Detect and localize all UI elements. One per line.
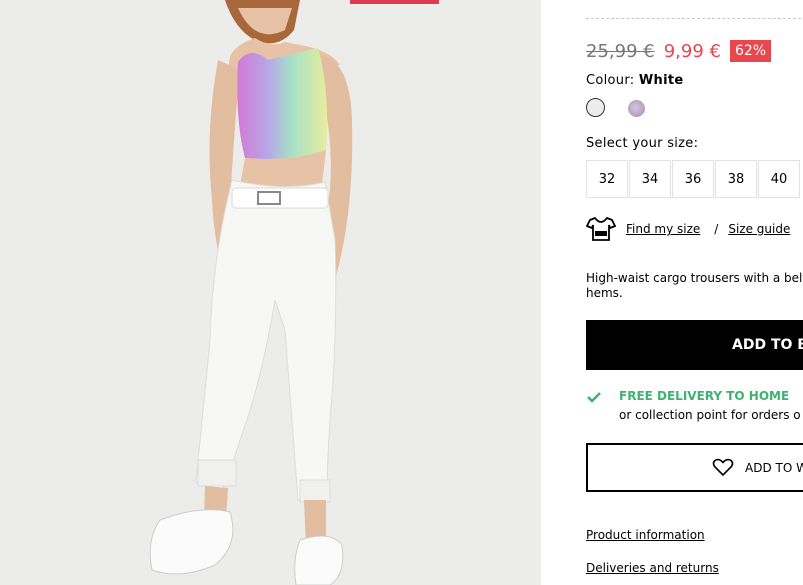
white-swatch[interactable] bbox=[586, 98, 605, 117]
size-help-row: Find my size / Size guide bbox=[586, 216, 790, 242]
check-icon bbox=[587, 392, 601, 403]
size-option[interactable]: 34 bbox=[629, 160, 671, 198]
product-detail-panel: 25,99 € 9,99 € 62% Colour: White Select … bbox=[541, 0, 803, 585]
tshirt-icon bbox=[586, 216, 616, 241]
delivery-title: FREE DELIVERY TO HOME bbox=[619, 389, 790, 403]
heart-icon bbox=[712, 458, 734, 477]
colour-value: White bbox=[638, 73, 684, 88]
sale-price: 9,99 € bbox=[663, 40, 721, 62]
product-image-panel bbox=[0, 0, 541, 585]
delivery-subtitle: or collection point for orders o bbox=[619, 408, 801, 422]
wishlist-label: ADD TO W bbox=[745, 460, 803, 475]
size-selector: 32 34 36 38 40 bbox=[586, 160, 801, 198]
size-option[interactable]: 32 bbox=[586, 160, 628, 198]
deliveries-returns-link[interactable]: Deliveries and returns bbox=[586, 561, 719, 575]
discount-badge: 62% bbox=[729, 40, 772, 62]
add-to-bag-button[interactable]: ADD TO BA bbox=[586, 320, 803, 370]
size-option[interactable]: 38 bbox=[715, 160, 757, 198]
divider bbox=[586, 18, 803, 19]
separator: / bbox=[714, 222, 719, 236]
find-my-size-link[interactable]: Find my size bbox=[626, 222, 700, 236]
price-row: 25,99 € 9,99 € 62% bbox=[586, 40, 772, 62]
size-guide-link[interactable]: Size guide bbox=[728, 222, 790, 236]
colour-row: Colour: White bbox=[586, 73, 683, 88]
colour-label: Colour: bbox=[586, 73, 635, 88]
product-photo[interactable] bbox=[0, 0, 541, 585]
add-to-wishlist-button[interactable]: ADD TO W bbox=[586, 443, 803, 492]
size-label: Select your size: bbox=[586, 136, 699, 151]
product-description: High-waist cargo trousers with a belt. t… bbox=[586, 271, 803, 300]
old-price: 25,99 € bbox=[586, 40, 655, 62]
lilac-swatch[interactable] bbox=[628, 100, 645, 117]
size-option[interactable]: 36 bbox=[672, 160, 714, 198]
product-information-link[interactable]: Product information bbox=[586, 528, 705, 542]
size-option[interactable]: 40 bbox=[758, 160, 800, 198]
gallery-indicator bbox=[350, 0, 439, 4]
